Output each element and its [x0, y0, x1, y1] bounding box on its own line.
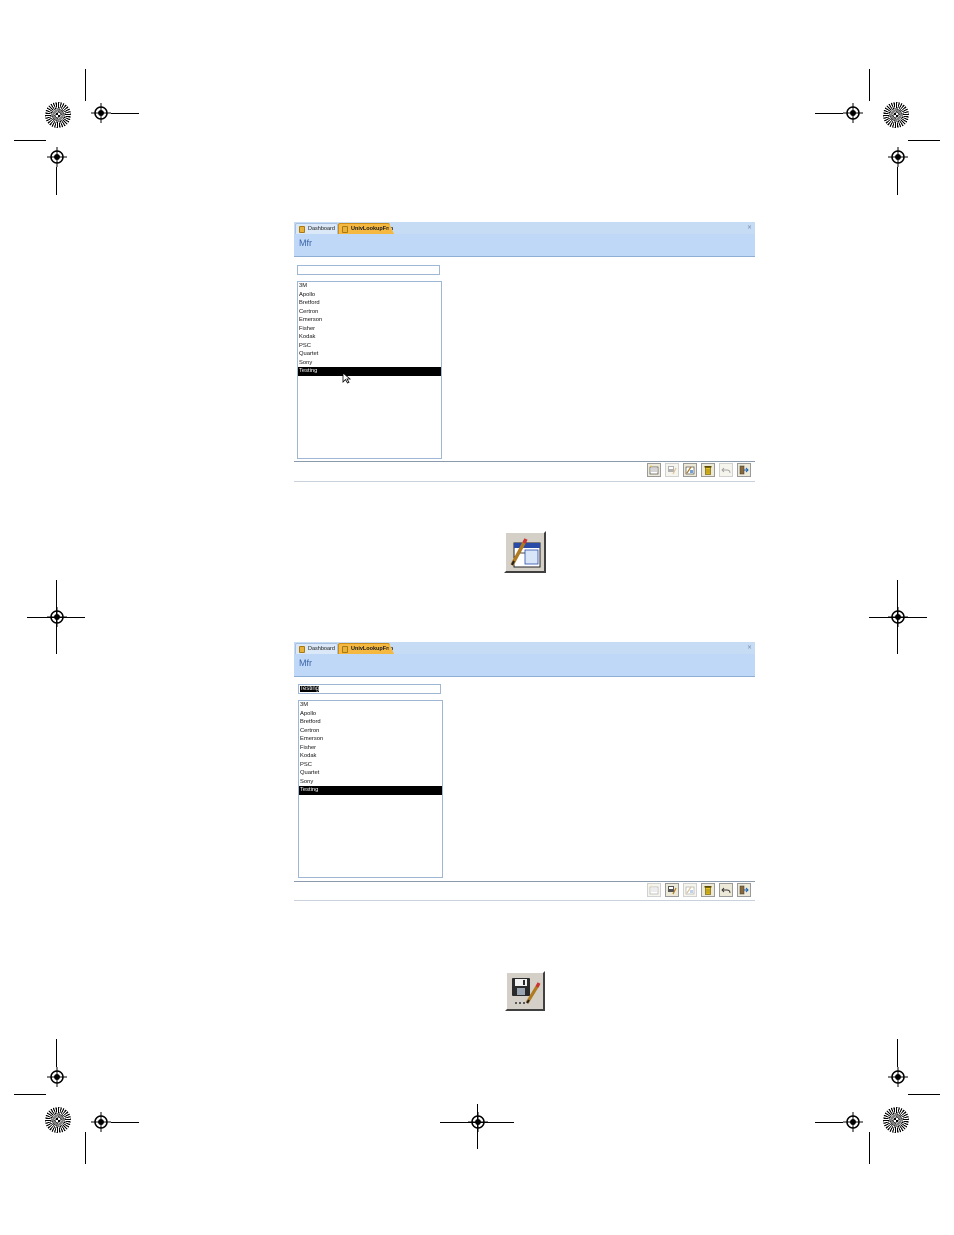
- list-item[interactable]: Bretford: [299, 718, 442, 727]
- registration-mark: [888, 1067, 908, 1087]
- list-item[interactable]: Sony: [299, 778, 442, 787]
- close-icon[interactable]: ×: [747, 642, 752, 653]
- list-item[interactable]: PSC: [299, 761, 442, 770]
- list-item[interactable]: Kodak: [299, 752, 442, 761]
- save-record-button[interactable]: [665, 883, 679, 897]
- edit-record-icon: [685, 886, 695, 895]
- save-record-icon: [512, 978, 541, 1004]
- delete-record-icon: [704, 886, 712, 895]
- undo-icon: [721, 467, 731, 474]
- lookup-listbox[interactable]: 3M Apollo Bretford Certron Emerson Fishe…: [298, 700, 443, 878]
- list-item[interactable]: Kodak: [298, 333, 441, 342]
- list-item[interactable]: Certron: [299, 727, 442, 736]
- registration-rosette: [45, 1107, 71, 1133]
- save-record-icon: [668, 886, 677, 895]
- exit-button[interactable]: [737, 463, 751, 477]
- delete-record-icon: [704, 466, 712, 475]
- list-item[interactable]: Sony: [298, 359, 441, 368]
- list-item-selected[interactable]: Testing: [298, 367, 441, 376]
- save-record-button[interactable]: [665, 463, 679, 477]
- lookup-form-1: Dashboard UnivLookupFrm × Mfr 3M Apollo …: [294, 222, 755, 482]
- list-item[interactable]: Fisher: [299, 744, 442, 753]
- list-item[interactable]: Quartet: [299, 769, 442, 778]
- save-record-callout: [505, 971, 545, 1011]
- new-record-icon: [649, 465, 659, 475]
- tab-dashboard[interactable]: Dashboard: [295, 643, 338, 654]
- list-item[interactable]: Apollo: [298, 291, 441, 300]
- registration-mark: [843, 1112, 863, 1132]
- footer-bottom-border: [294, 481, 755, 482]
- document-tab-bar: Dashboard UnivLookupFrm ×: [294, 222, 755, 234]
- tab-label: Dashboard: [308, 226, 335, 232]
- registration-mark: [843, 103, 863, 123]
- save-record-icon: [668, 466, 677, 475]
- new-record-icon: [649, 885, 659, 895]
- list-item[interactable]: Fisher: [298, 325, 441, 334]
- exit-button[interactable]: [737, 883, 751, 897]
- list-item[interactable]: PSC: [298, 342, 441, 351]
- list-item[interactable]: 3M: [298, 282, 441, 291]
- form-header: Mfr: [294, 654, 755, 677]
- edit-record-button[interactable]: [683, 883, 697, 897]
- registration-mark: [91, 103, 111, 123]
- form-header: Mfr: [294, 234, 755, 257]
- form-title: Mfr: [299, 238, 312, 248]
- lookup-search-input[interactable]: Testing: [298, 684, 441, 694]
- form-icon: [299, 646, 305, 653]
- edit-record-icon: [510, 538, 541, 568]
- tab-dashboard[interactable]: Dashboard: [295, 223, 338, 234]
- list-item[interactable]: Quartet: [298, 350, 441, 359]
- list-item[interactable]: 3M: [299, 701, 442, 710]
- form-icon: [299, 226, 305, 233]
- tab-label: Dashboard: [308, 646, 335, 652]
- undo-button[interactable]: [719, 883, 733, 897]
- footer-divider: [294, 461, 755, 462]
- delete-record-button[interactable]: [701, 463, 715, 477]
- footer-divider: [294, 881, 755, 882]
- undo-icon: [721, 887, 731, 894]
- tab-univlookupfrm[interactable]: UnivLookupFrm: [338, 643, 394, 654]
- search-input-value: Testing: [300, 686, 320, 692]
- mouse-pointer-icon: [342, 372, 352, 384]
- registration-rosette: [883, 102, 909, 128]
- edit-record-icon: [685, 466, 695, 475]
- list-item[interactable]: Bretford: [298, 299, 441, 308]
- exit-icon: [739, 885, 749, 895]
- close-icon[interactable]: ×: [747, 222, 752, 233]
- registration-rosette: [883, 1107, 909, 1133]
- form-icon: [342, 226, 348, 233]
- tab-univlookupfrm[interactable]: UnivLookupFrm: [338, 223, 394, 234]
- list-item[interactable]: Apollo: [299, 710, 442, 719]
- registration-mark: [91, 1112, 111, 1132]
- list-item[interactable]: Certron: [298, 308, 441, 317]
- exit-icon: [739, 465, 749, 475]
- new-record-button[interactable]: [647, 463, 661, 477]
- registration-rosette: [45, 102, 71, 128]
- form-title: Mfr: [299, 658, 312, 668]
- list-item-selected[interactable]: Testing: [299, 786, 442, 795]
- lookup-search-input[interactable]: [297, 265, 440, 275]
- tab-label: UnivLookupFrm: [351, 226, 394, 232]
- list-item[interactable]: Emerson: [298, 316, 441, 325]
- undo-button[interactable]: [719, 463, 733, 477]
- delete-record-button[interactable]: [701, 883, 715, 897]
- registration-mark: [888, 147, 908, 167]
- document-tab-bar: Dashboard UnivLookupFrm ×: [294, 642, 755, 654]
- edit-record-button[interactable]: [683, 463, 697, 477]
- list-item[interactable]: Emerson: [299, 735, 442, 744]
- footer-bottom-border: [294, 900, 755, 901]
- lookup-form-2: Dashboard UnivLookupFrm × Mfr Testing 3M…: [294, 642, 755, 902]
- new-record-button[interactable]: [647, 883, 661, 897]
- tab-label: UnivLookupFrm: [351, 646, 394, 652]
- registration-mark: [47, 147, 67, 167]
- registration-mark: [47, 1067, 67, 1087]
- edit-record-callout: [504, 531, 546, 573]
- lookup-listbox[interactable]: 3M Apollo Bretford Certron Emerson Fishe…: [297, 281, 442, 459]
- form-icon: [342, 646, 348, 653]
